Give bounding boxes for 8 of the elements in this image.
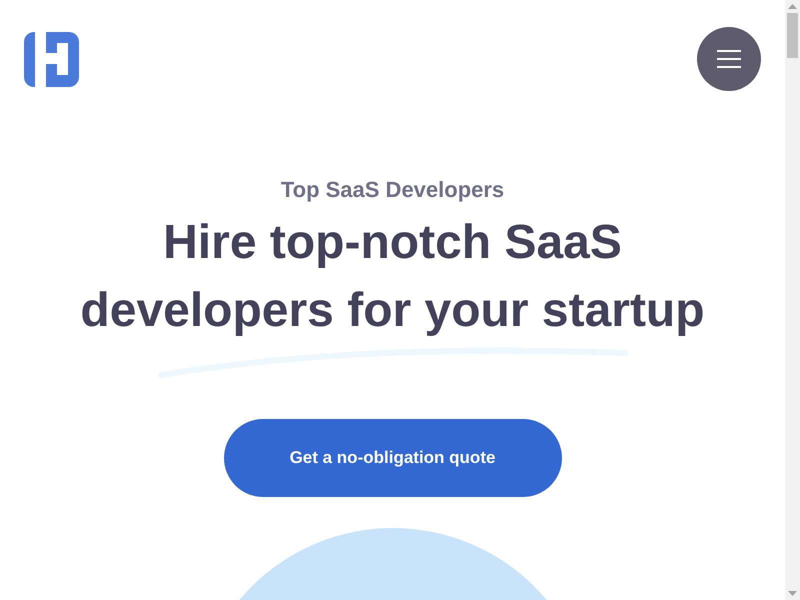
scroll-up-icon[interactable]: [788, 4, 797, 9]
hero-eyebrow: Top SaaS Developers: [280, 176, 504, 204]
scroll-thumb[interactable]: [787, 13, 798, 58]
quote-button[interactable]: Get a no-obligation quote: [224, 419, 562, 497]
scrollbar[interactable]: [785, 0, 800, 600]
logo-icon[interactable]: [24, 32, 79, 87]
scroll-down-icon[interactable]: [788, 591, 797, 596]
hero-headline: Hire top-notch SaaS developers for your startup: [79, 215, 706, 339]
